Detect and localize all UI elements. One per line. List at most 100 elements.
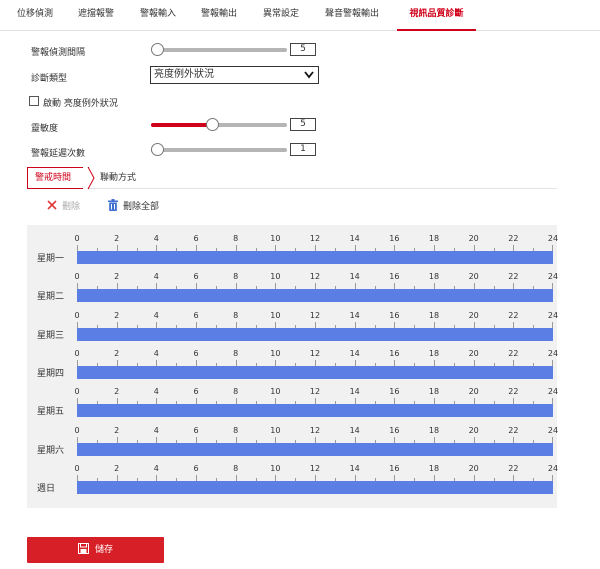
hour-label: 12 — [309, 463, 321, 473]
hour-label: 2 — [114, 425, 120, 435]
schedule-bar[interactable] — [77, 327, 553, 341]
hour-label: 16 — [389, 425, 400, 435]
hour-label: 12 — [309, 272, 321, 282]
hour-label: 8 — [233, 387, 239, 397]
hour-label: 20 — [468, 387, 479, 397]
hour-label: 18 — [428, 387, 440, 397]
sensitivity-slider-handle[interactable] — [206, 118, 219, 131]
schedule-bar[interactable] — [77, 442, 553, 456]
hour-label: 2 — [114, 310, 120, 320]
save-icon — [77, 543, 89, 554]
schedule-bar[interactable] — [77, 289, 553, 303]
hour-label: 0 — [74, 310, 80, 320]
hour-label: 10 — [270, 310, 281, 320]
tab-alarm-input[interactable]: 警報輸入 — [140, 0, 176, 31]
hour-label: 16 — [389, 463, 400, 473]
hour-label: 8 — [233, 234, 239, 243]
subtab-arming-schedule[interactable]: 警戒時間 — [27, 167, 89, 189]
hour-label: 4 — [153, 463, 159, 473]
hour-label: 24 — [547, 348, 559, 358]
hour-label: 22 — [508, 348, 519, 358]
interval-label: 警報偵測間隔 — [31, 48, 86, 58]
interval-value[interactable]: 5 — [290, 43, 316, 56]
interval-slider[interactable] — [151, 43, 287, 56]
top-tab-bar: 位移偵測 遮擋報警 警報輸入 警報輸出 異常設定 聲音警報輸出 視訊品質診斷 — [0, 0, 600, 31]
hour-label: 4 — [153, 387, 159, 397]
tab-tamper-alarm[interactable]: 遮擋報警 — [78, 0, 114, 31]
schedule-bar[interactable] — [77, 251, 553, 264]
hour-label: 4 — [153, 348, 159, 358]
hour-label: 20 — [468, 234, 479, 243]
hour-label: 10 — [270, 272, 281, 282]
subtab-linkage[interactable]: 聯動方式 — [100, 167, 136, 189]
diag-type-label: 診斷類型 — [31, 74, 68, 84]
hour-label: 18 — [428, 310, 440, 320]
hour-label: 8 — [233, 425, 239, 435]
diag-type-select[interactable]: 亮度例外狀況 — [150, 66, 319, 84]
hour-label: 16 — [389, 234, 400, 243]
hour-label: 0 — [74, 272, 80, 282]
alarm-delay-slider[interactable] — [151, 143, 287, 156]
hour-label: 2 — [114, 348, 120, 358]
hour-label: 18 — [428, 348, 440, 358]
hour-label: 18 — [428, 272, 440, 282]
hour-label: 12 — [309, 425, 321, 435]
tab-alarm-output[interactable]: 警報輸出 — [201, 0, 237, 31]
tab-video-quality-diagnosis[interactable]: 視訊品質診斷 — [397, 0, 476, 31]
hour-label: 4 — [153, 310, 159, 320]
hour-label: 18 — [428, 234, 440, 243]
schedule-bar[interactable] — [77, 365, 553, 379]
hour-label: 0 — [74, 387, 80, 397]
alarm-delay-label: 警報延遲次數 — [31, 149, 86, 159]
hour-label: 8 — [233, 310, 239, 320]
hour-label: 2 — [114, 272, 120, 282]
hour-label: 8 — [233, 463, 239, 473]
day-label: 星期六 — [37, 445, 65, 456]
hour-label: 10 — [270, 463, 281, 473]
interval-slider-handle[interactable] — [151, 43, 164, 56]
interval-slider-track — [151, 48, 287, 52]
hour-label: 0 — [74, 234, 80, 243]
day-label: 星期一 — [37, 254, 65, 264]
schedule-bar[interactable] — [77, 480, 553, 494]
hour-label: 22 — [508, 234, 519, 243]
delete-button[interactable]: 刪除 — [46, 199, 80, 213]
delete-all-button[interactable]: 刪除全部 — [107, 199, 159, 213]
close-icon — [47, 200, 57, 210]
hour-label: 0 — [74, 425, 80, 435]
hour-label: 10 — [270, 425, 281, 435]
enable-label: 啟動 亮度例外狀況 — [43, 99, 118, 109]
hour-label: 6 — [193, 272, 199, 282]
hour-label: 22 — [508, 463, 519, 473]
enable-checkbox[interactable] — [29, 96, 39, 106]
hour-label: 14 — [349, 387, 360, 397]
tab-motion-detection[interactable]: 位移偵測 — [17, 0, 53, 31]
hour-label: 16 — [389, 310, 400, 320]
sensitivity-value[interactable]: 5 — [290, 118, 316, 131]
alarm-delay-value[interactable]: 1 — [290, 143, 316, 156]
hour-label: 24 — [547, 425, 559, 435]
hour-label: 16 — [389, 348, 400, 358]
hour-label: 10 — [270, 387, 281, 397]
alarm-delay-slider-track — [151, 148, 287, 152]
diag-type-selected: 亮度例外狀況 — [154, 69, 214, 80]
trash-icon — [108, 199, 118, 211]
hour-label: 22 — [508, 387, 519, 397]
tab-exception[interactable]: 異常設定 — [263, 0, 299, 31]
hour-label: 6 — [193, 463, 199, 473]
hour-label: 20 — [468, 348, 479, 358]
hour-label: 18 — [428, 463, 440, 473]
day-label: 星期五 — [37, 407, 65, 418]
hour-label: 14 — [349, 348, 360, 358]
day-label: 星期二 — [37, 292, 65, 303]
tab-audio-alarm-output[interactable]: 聲音警報輸出 — [325, 0, 379, 31]
hour-label: 20 — [468, 463, 479, 473]
sensitivity-slider[interactable] — [151, 118, 287, 131]
hour-label: 2 — [114, 463, 120, 473]
schedule-bar[interactable] — [77, 404, 553, 418]
hour-label: 2 — [114, 387, 120, 397]
hour-label: 6 — [193, 387, 199, 397]
alarm-delay-slider-handle[interactable] — [151, 143, 164, 156]
hour-label: 18 — [428, 425, 440, 435]
save-button[interactable]: 儲存 — [27, 537, 164, 563]
